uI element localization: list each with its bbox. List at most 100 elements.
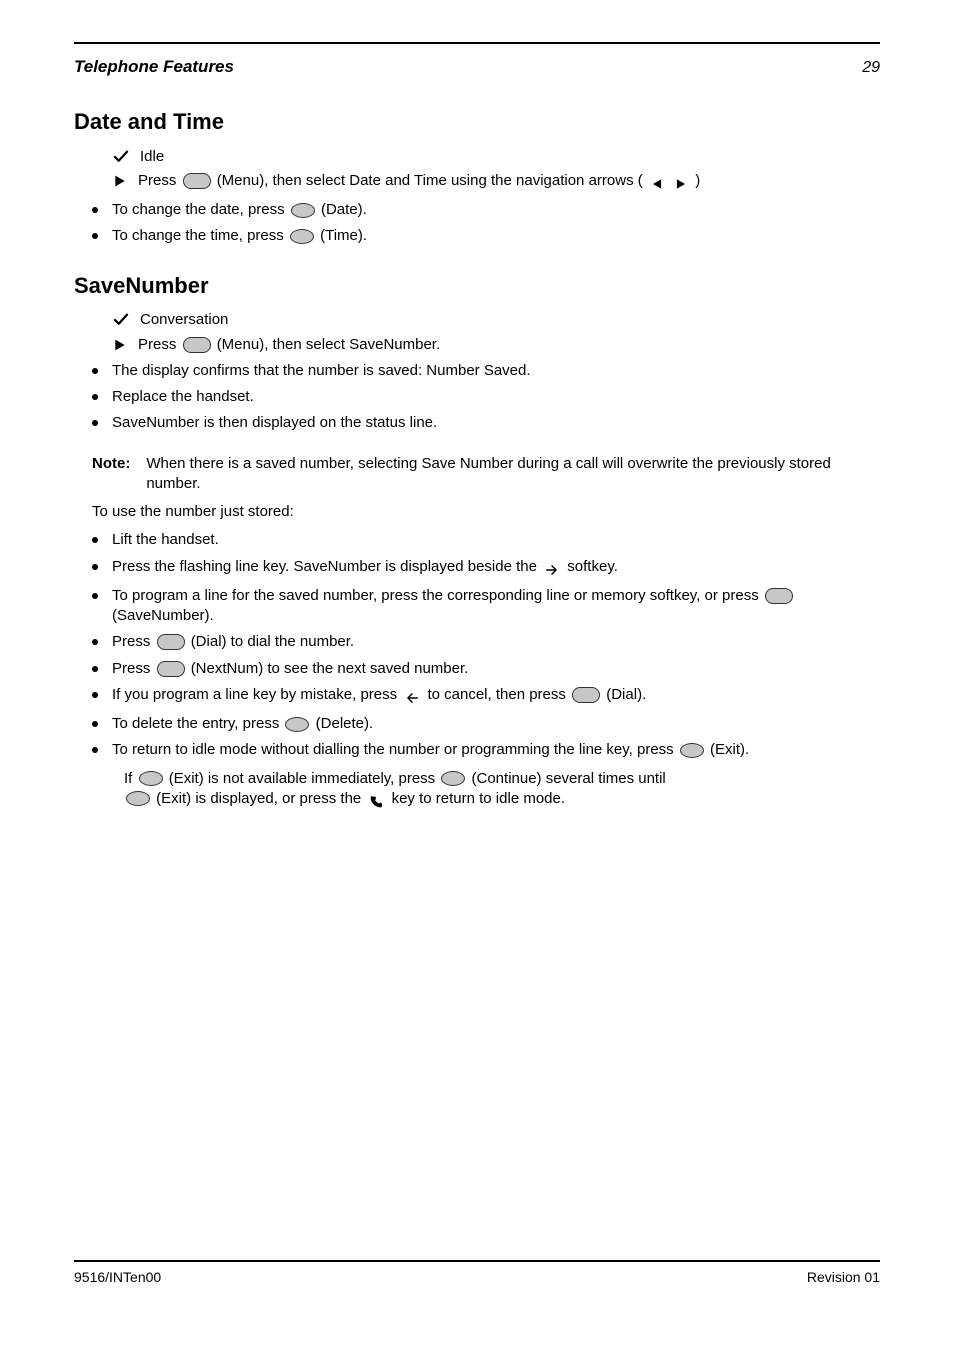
check-icon: [112, 147, 130, 167]
bullet-time: To change the time, press (Time).: [92, 226, 880, 246]
section-title-date-time: Date and Time: [74, 107, 880, 137]
footer-row: 9516/INTen00 Revision 01: [74, 1268, 880, 1287]
play-icon: [112, 335, 128, 355]
header-title: Telephone Features: [74, 56, 234, 79]
softkey-icon: [572, 687, 600, 703]
bullet-icon: [92, 692, 98, 698]
footer-rule: [74, 1260, 880, 1262]
text: Press: [112, 633, 155, 650]
text: If: [124, 770, 137, 787]
text: (Dial) to dial the number.: [191, 633, 354, 650]
note-label: Note:: [92, 454, 130, 495]
text: (Menu), then select Date and Time using …: [217, 172, 643, 189]
bullet-content: If you program a line key by mistake, pr…: [112, 685, 880, 708]
check-label: Idle: [140, 147, 880, 167]
text: Lift the handset.: [112, 530, 880, 550]
text: (Delete).: [316, 715, 374, 732]
text: (Menu), then select SaveNumber.: [217, 336, 440, 353]
text: To return to idle mode without dialling …: [112, 741, 678, 758]
softkey-icon: [157, 661, 185, 677]
check-item-conversation: Conversation: [112, 310, 880, 330]
bullet-date: To change the date, press (Date).: [92, 200, 880, 220]
bullet: SaveNumber is then displayed on the stat…: [92, 413, 880, 433]
bullet-icon: [92, 207, 98, 213]
bullet-content: To change the time, press (Time).: [112, 226, 880, 246]
bullet-icon: [92, 666, 98, 672]
check-icon: [112, 310, 130, 330]
check-label: Conversation: [140, 310, 880, 330]
text: ): [695, 172, 700, 189]
play-item-menu-savenumber: Press (Menu), then select SaveNumber.: [112, 335, 880, 355]
text: To change the time, press: [112, 227, 288, 244]
nav-right-icon: [674, 175, 692, 192]
text: If you program a line key by mistake, pr…: [112, 686, 401, 703]
para-use-intro: To use the number just stored:: [92, 502, 880, 522]
text: The display confirms that the number is …: [112, 361, 880, 381]
bullet-icon: [92, 564, 98, 570]
header-page: 29: [862, 57, 880, 79]
bullet-icon: [92, 721, 98, 727]
bullet: Replace the handset.: [92, 387, 880, 407]
date-time-check-list: Idle: [74, 147, 880, 167]
softkey-icon: [183, 337, 211, 353]
text: (Date).: [321, 201, 367, 218]
bullet-icon: [92, 747, 98, 753]
savenumber-play-list: Press (Menu), then select SaveNumber.: [74, 335, 880, 355]
text: (Exit) is not available immediately, pre…: [169, 770, 440, 787]
text: To change the date, press: [112, 201, 289, 218]
bullet-content: Press (NextNum) to see the next saved nu…: [112, 659, 880, 679]
bullet: To delete the entry, press (Delete).: [92, 714, 880, 734]
text: Press: [138, 336, 181, 353]
text: softkey.: [567, 558, 618, 575]
softkey-icon: [157, 634, 185, 650]
bullet-icon: [92, 639, 98, 645]
play-icon: [112, 171, 128, 191]
bullet-content: To delete the entry, press (Delete).: [112, 714, 880, 734]
text: SaveNumber is then displayed on the stat…: [112, 413, 880, 433]
text: To delete the entry, press: [112, 715, 283, 732]
bullet-content: Press (Dial) to dial the number.: [112, 632, 880, 652]
bullet: To program a line for the saved number, …: [92, 586, 880, 627]
text: to cancel, then press: [427, 686, 570, 703]
check-item-idle: Idle: [112, 147, 880, 167]
softkey-icon: [765, 588, 793, 604]
bullet: Lift the handset.: [92, 530, 880, 550]
bullet-icon: [92, 420, 98, 426]
bullet-icon: [92, 394, 98, 400]
header-row: Telephone Features 29: [74, 56, 880, 79]
text: (Exit) is displayed, or press the: [156, 790, 365, 807]
bullet: The display confirms that the number is …: [92, 361, 880, 381]
text: (NextNum) to see the next saved number.: [191, 660, 469, 677]
date-time-play-list: Press (Menu), then select Date and Time …: [74, 171, 880, 194]
softkey-icon: [290, 229, 314, 244]
note-block: Note: When there is a saved number, sele…: [92, 454, 880, 495]
bullet-icon: [92, 368, 98, 374]
bullet-content: Press the flashing line key. SaveNumber …: [112, 557, 880, 580]
header-rule: [74, 42, 880, 44]
play-content: Press (Menu), then select SaveNumber.: [138, 335, 880, 355]
text: Replace the handset.: [112, 387, 880, 407]
softkey-icon: [441, 771, 465, 786]
section-title-savenumber: SaveNumber: [74, 271, 880, 301]
text: Press: [112, 660, 155, 677]
bullet: If you program a line key by mistake, pr…: [92, 685, 880, 708]
arrow-right-icon: [544, 561, 564, 578]
text: (Exit).: [710, 741, 749, 758]
text: (SaveNumber).: [112, 607, 214, 624]
bullet-icon: [92, 537, 98, 543]
bullet: Press the flashing line key. SaveNumber …: [92, 557, 880, 580]
footer-left: 9516/INTen00: [74, 1268, 161, 1287]
play-content: Press (Menu), then select Date and Time …: [138, 171, 880, 194]
phone-icon: [368, 793, 388, 810]
text: key to return to idle mode.: [392, 790, 565, 807]
arrow-left-icon: [404, 689, 424, 706]
softkey-icon: [680, 743, 704, 758]
savenumber-result-bullets: The display confirms that the number is …: [74, 361, 880, 434]
footer-right: Revision 01: [807, 1268, 880, 1287]
nav-left-icon: [650, 175, 668, 192]
note-body: When there is a saved number, selecting …: [146, 454, 880, 495]
bullet-content: To return to idle mode without dialling …: [112, 740, 880, 760]
softkey-icon: [183, 173, 211, 189]
softkey-icon: [291, 203, 315, 218]
text: To program a line for the saved number, …: [112, 587, 763, 604]
